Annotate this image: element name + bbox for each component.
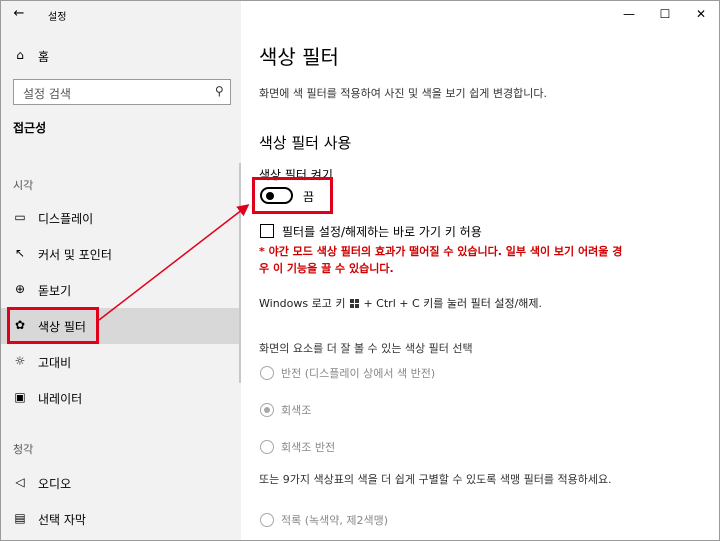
radio-grayscale-inverted[interactable] bbox=[260, 440, 274, 454]
shortcut-prefix: Windows 로고 키 bbox=[259, 297, 346, 310]
sidebar-item-label: 고대비 bbox=[38, 356, 72, 370]
shortcut-suffix: + Ctrl + C 키를 눌러 필터 설정/해제. bbox=[363, 297, 543, 310]
sidebar-item-narrator[interactable]: ▣ 내레이터 bbox=[1, 380, 241, 416]
group-heading-vision: 시각 bbox=[13, 179, 34, 192]
sidebar-item-label: 돋보기 bbox=[38, 284, 72, 298]
home-icon: ⌂ bbox=[16, 48, 24, 62]
sidebar-item-label: 디스플레이 bbox=[38, 212, 94, 226]
window-controls: — ☐ ✕ bbox=[611, 1, 719, 29]
app-title: 설정 bbox=[48, 12, 67, 23]
search-input[interactable]: 설정 검색 ⚲ bbox=[13, 79, 231, 105]
display-icon: ▭ bbox=[14, 210, 26, 224]
narrator-icon: ▣ bbox=[14, 390, 26, 404]
sidebar-item-label: 내레이터 bbox=[38, 392, 83, 406]
search-icon[interactable]: ⚲ bbox=[215, 84, 224, 98]
magnifier-icon: ⊕ bbox=[14, 282, 26, 296]
sidebar-item-captions[interactable]: ▤ 선택 자막 bbox=[1, 501, 241, 537]
section-subtitle: 색상 필터 사용 bbox=[259, 134, 352, 152]
group-heading-hearing: 청각 bbox=[13, 443, 34, 456]
sidebar: ← 설정 ⌂ 홈 설정 검색 ⚲ 접근성 시각 ▭ 디스플레이 ↖ 커서 및 포… bbox=[1, 1, 242, 540]
filter-select-label: 화면의 요소를 더 잘 볼 수 있는 색상 필터 선택 bbox=[259, 342, 473, 355]
shortcut-hint: Windows 로고 키 + Ctrl + C 키를 눌러 필터 설정/해제. bbox=[259, 295, 542, 311]
radio-grayscale[interactable] bbox=[260, 403, 274, 417]
colorblind-description: 또는 9가지 색상표의 색을 더 쉽게 구별할 수 있도록 색맹 필터를 적용하… bbox=[259, 473, 612, 486]
minimize-icon[interactable]: — bbox=[611, 1, 647, 27]
windows-logo-icon bbox=[349, 299, 359, 308]
sidebar-item-label: 홈 bbox=[38, 50, 50, 64]
title-bar-left: ← 설정 bbox=[1, 1, 241, 29]
shortcut-checkbox[interactable] bbox=[260, 224, 274, 238]
radio-grayscale-inverted-label[interactable]: 회색조 반전 bbox=[281, 439, 335, 455]
radio-deuteranopia[interactable] bbox=[260, 513, 274, 527]
sun-icon: ☼ bbox=[14, 354, 26, 368]
sidebar-item-display[interactable]: ▭ 디스플레이 bbox=[1, 200, 241, 236]
main-content: — ☐ ✕ 색상 필터 화면에 색 필터를 적용하여 사진 및 색을 보기 쉽게… bbox=[241, 1, 719, 540]
night-mode-warning: * 야간 모드 색상 필터의 효과가 떨어질 수 있습니다. 일부 색이 보기 … bbox=[259, 245, 623, 275]
radio-grayscale-label[interactable]: 회색조 bbox=[281, 402, 311, 418]
sidebar-item-magnifier[interactable]: ⊕ 돋보기 bbox=[1, 272, 241, 308]
shortcut-checkbox-label[interactable]: 필터를 설정/해제하는 바로 가기 키 허용 bbox=[282, 223, 482, 240]
annotation-highlight-sidebar bbox=[7, 307, 99, 344]
sidebar-item-label: 오디오 bbox=[38, 477, 72, 491]
sidebar-item-audio[interactable]: ◁ 오디오 bbox=[1, 465, 241, 501]
sidebar-item-home[interactable]: ⌂ 홈 bbox=[1, 38, 241, 74]
back-arrow-icon[interactable]: ← bbox=[8, 3, 30, 25]
speaker-icon: ◁ bbox=[15, 475, 25, 489]
sidebar-item-label: 선택 자막 bbox=[38, 513, 86, 527]
radio-invert[interactable] bbox=[260, 366, 274, 380]
page-title: 색상 필터 bbox=[259, 45, 339, 69]
radio-invert-label[interactable]: 반전 (디스플레이 상에서 색 반전) bbox=[281, 365, 435, 381]
section-title: 접근성 bbox=[13, 121, 47, 135]
search-placeholder: 설정 검색 bbox=[23, 87, 71, 101]
annotation-highlight-toggle bbox=[252, 177, 333, 214]
radio-deuteranopia-label[interactable]: 적록 (녹색약, 제2색맹) bbox=[281, 512, 388, 528]
sidebar-item-label: 커서 및 포인터 bbox=[38, 248, 112, 262]
sidebar-item-cursor[interactable]: ↖ 커서 및 포인터 bbox=[1, 236, 241, 272]
page-description: 화면에 색 필터를 적용하여 사진 및 색을 보기 쉽게 변경합니다. bbox=[259, 87, 547, 100]
sidebar-item-high-contrast[interactable]: ☼ 고대비 bbox=[1, 344, 241, 380]
maximize-icon[interactable]: ☐ bbox=[647, 1, 683, 27]
cursor-icon: ↖ bbox=[14, 246, 26, 260]
close-icon[interactable]: ✕ bbox=[683, 1, 719, 27]
captions-icon: ▤ bbox=[14, 511, 26, 525]
